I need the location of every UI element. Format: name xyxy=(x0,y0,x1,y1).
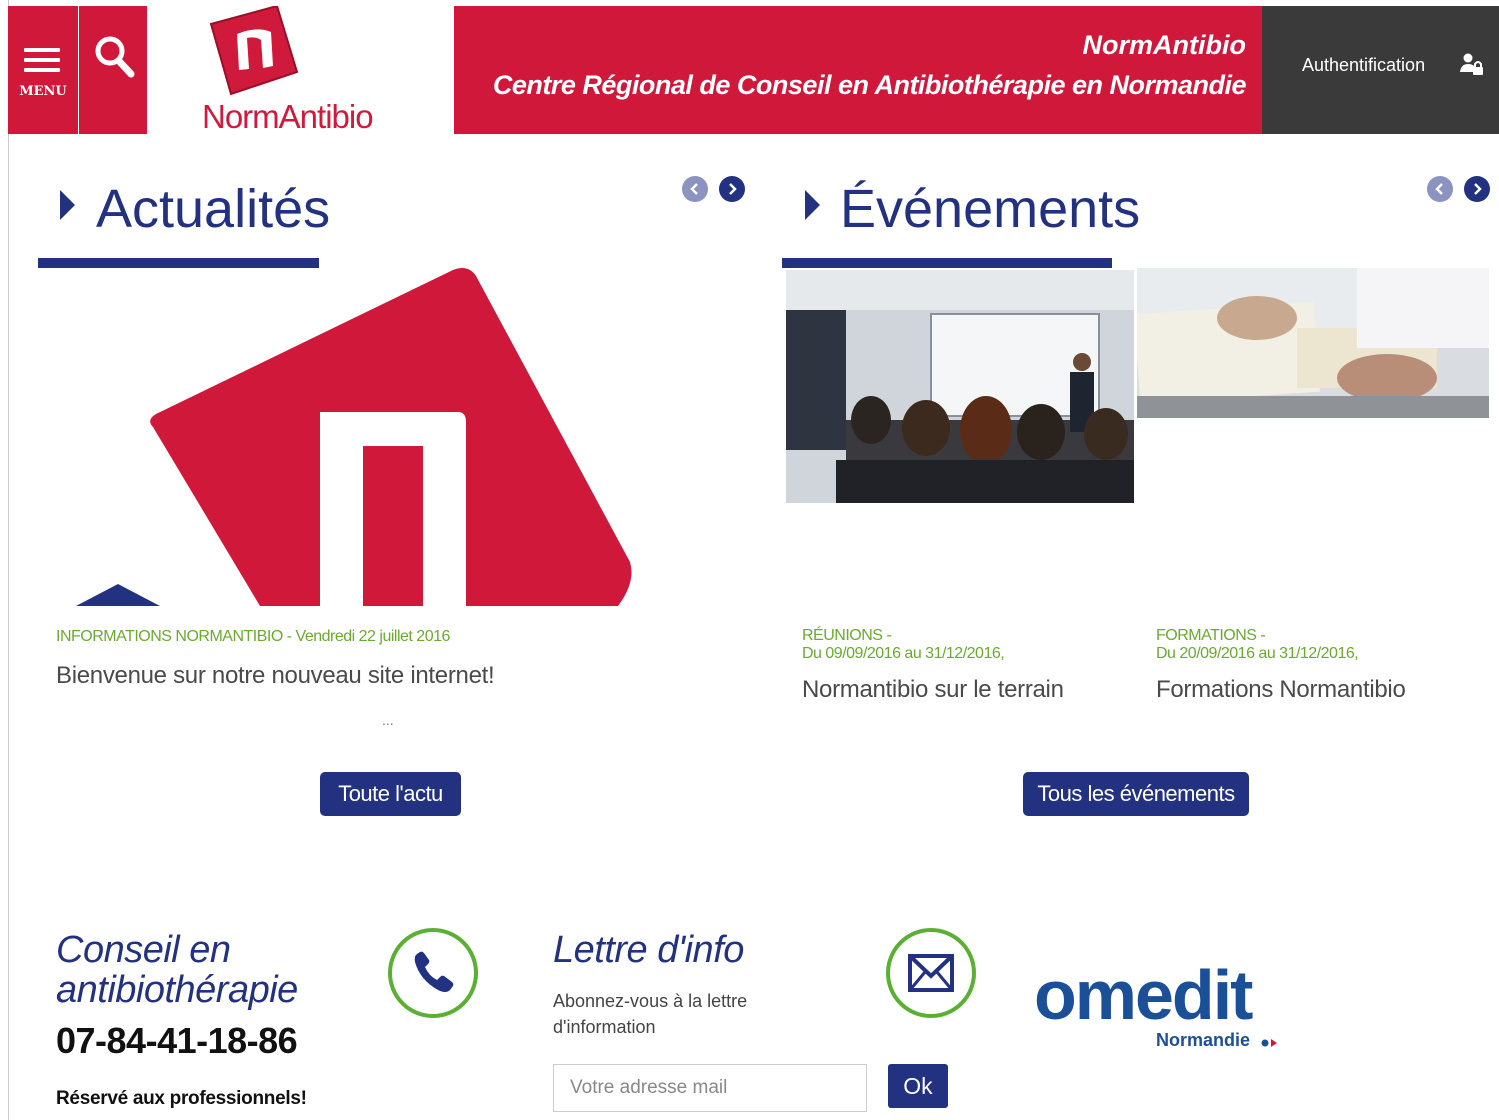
email-input[interactable] xyxy=(553,1064,867,1112)
newsletter-ok-button[interactable]: Ok xyxy=(888,1064,948,1108)
menu-icon xyxy=(24,48,60,78)
conseil-title-line2: antibiothérapie xyxy=(56,969,298,1011)
phone-button[interactable] xyxy=(388,928,478,1018)
site-banner: NormAntibio Centre Régional de Conseil e… xyxy=(454,6,1262,134)
site-logo[interactable]: NormAntibio xyxy=(147,6,454,135)
omedit-dots-icon xyxy=(1261,1039,1277,1047)
event-1-title[interactable]: Normantibio sur le terrain xyxy=(802,676,1064,704)
site-header: MENU NormAntibio NormAntibio Centre Régi… xyxy=(8,6,1499,135)
news-item-ellipsis: ... xyxy=(382,712,394,728)
news-caret-icon xyxy=(60,190,75,220)
omedit-logo-text[interactable]: omedit xyxy=(1034,955,1253,1035)
events-title-underline xyxy=(782,258,1112,268)
phone-number[interactable]: 07-84-41-18-86 xyxy=(56,1020,298,1062)
events-prev-button[interactable] xyxy=(1427,176,1453,202)
banner-title: NormAntibio xyxy=(1082,30,1246,60)
news-item-meta: INFORMATIONS NORMANTIBIO - Vendredi 22 j… xyxy=(56,628,450,645)
news-section-title: Actualités xyxy=(96,179,331,239)
event-1-category: RÉUNIONS - xyxy=(802,627,892,644)
all-news-button[interactable]: Toute l'actu xyxy=(320,772,461,816)
logo-mark-icon xyxy=(209,6,299,96)
search-icon xyxy=(95,36,135,78)
news-item-image[interactable] xyxy=(38,262,738,606)
user-lock-icon xyxy=(1460,53,1483,75)
newsletter-title: Lettre d'info xyxy=(553,929,744,971)
chevron-left-icon xyxy=(690,183,698,195)
events-next-button[interactable] xyxy=(1464,176,1490,202)
chevron-right-icon xyxy=(729,183,737,195)
event-2-title[interactable]: Formations Normantibio xyxy=(1156,676,1406,704)
conseil-title-line1: Conseil en xyxy=(56,929,231,971)
event-2-dates: Du 20/09/2016 au 31/12/2016, xyxy=(1156,645,1359,662)
omedit-region: Normandie xyxy=(1156,1030,1251,1050)
authentication-button[interactable]: Authentification xyxy=(1262,6,1499,134)
chevron-left-icon xyxy=(1435,183,1443,195)
newsletter-text: Abonnez-vous à la lettre d'information xyxy=(553,991,748,1037)
menu-button[interactable]: MENU xyxy=(8,6,78,134)
event-2-category: FORMATIONS - xyxy=(1156,627,1266,644)
banner-subtitle: Centre Régional de Conseil en Antibiothé… xyxy=(492,70,1247,100)
search-button[interactable] xyxy=(79,6,147,134)
event-image-training[interactable] xyxy=(1137,268,1489,418)
events-section-title: Événements xyxy=(840,179,1141,239)
news-item-title[interactable]: Bienvenue sur notre nouveau site interne… xyxy=(56,662,495,690)
chevron-right-icon xyxy=(1474,183,1482,195)
events-caret-icon xyxy=(805,190,820,220)
news-prev-button[interactable] xyxy=(682,176,708,202)
newsletter-envelope-button[interactable] xyxy=(886,928,976,1018)
news-next-button[interactable] xyxy=(719,176,745,202)
auth-label: Authentification xyxy=(1302,55,1426,75)
reserved-note: Réservé aux professionnels! xyxy=(56,1088,307,1109)
envelope-icon xyxy=(908,954,954,992)
all-events-button[interactable]: Tous les événements xyxy=(1023,772,1249,816)
phone-icon xyxy=(414,951,454,992)
page-frame-border xyxy=(8,0,9,1120)
menu-label: MENU xyxy=(19,84,67,99)
event-image-meeting[interactable] xyxy=(786,270,1134,503)
logo-text: NormAntibio xyxy=(202,98,374,135)
event-1-dates: Du 09/09/2016 au 31/12/2016, xyxy=(802,645,1005,662)
